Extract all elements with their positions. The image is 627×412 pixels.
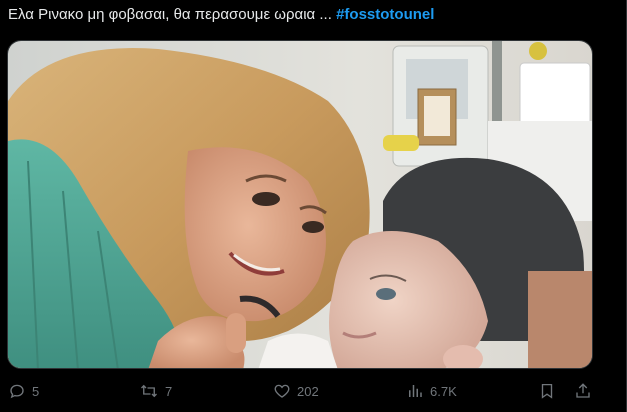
tweet-photo[interactable] (7, 40, 593, 369)
share-button[interactable] (574, 382, 592, 400)
heart-icon (273, 382, 291, 400)
reply-icon (8, 382, 26, 400)
hashtag-link[interactable]: #fosstotounel (336, 6, 434, 23)
share-icon (574, 382, 592, 400)
action-bar: 5 7 202 6.7K (0, 380, 627, 410)
repost-count: 7 (165, 383, 173, 399)
repost-button[interactable]: 7 (139, 382, 172, 400)
views-icon (406, 382, 424, 400)
repost-icon (139, 382, 159, 400)
bookmark-button[interactable] (538, 382, 556, 400)
like-count: 202 (297, 383, 319, 399)
like-button[interactable]: 202 (273, 382, 319, 400)
reply-button[interactable]: 5 (8, 382, 39, 400)
reply-count: 5 (32, 383, 40, 399)
views-button[interactable]: 6.7K (406, 382, 457, 400)
tweet: Ελα Ρινακο μη φοβασαι, θα περασουμε ωραι… (0, 0, 627, 412)
views-count: 6.7K (430, 383, 457, 399)
photo-illustration (8, 41, 592, 368)
tweet-text-body: Ελα Ρινακο μη φοβασαι, θα περασουμε ωραι… (8, 6, 337, 23)
tweet-text: Ελα Ρινακο μη φοβασαι, θα περασουμε ωραι… (8, 5, 434, 25)
bookmark-icon (538, 382, 556, 400)
